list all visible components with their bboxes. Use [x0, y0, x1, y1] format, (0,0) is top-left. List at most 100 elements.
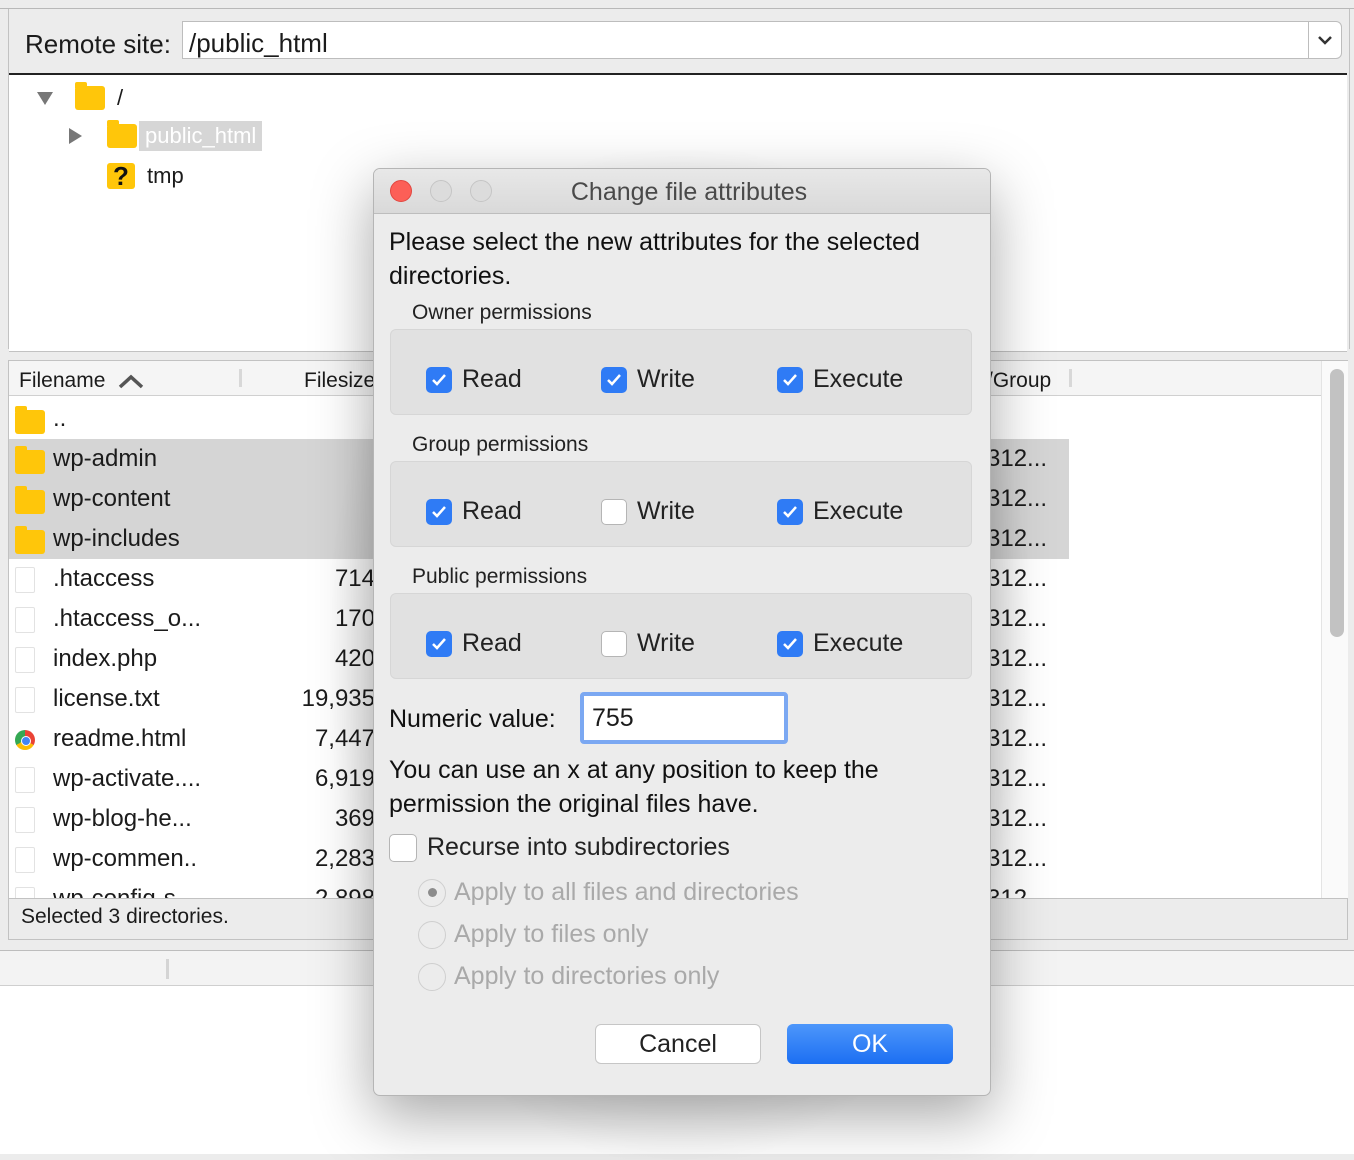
public-execute-checkbox[interactable]: Execute: [777, 629, 903, 658]
owner-write-checkbox[interactable]: Write: [601, 365, 695, 394]
checkbox-box[interactable]: [777, 366, 803, 393]
file-name: wp-admin: [53, 445, 158, 472]
remote-path-input[interactable]: /public_html: [182, 21, 1308, 59]
column-header-filename[interactable]: Filename: [19, 369, 145, 393]
tree-item-label: public_html: [139, 121, 263, 151]
checkbox-label: Read: [462, 365, 522, 393]
checkmark-icon: [783, 637, 797, 650]
checkbox-box[interactable]: [389, 833, 417, 862]
public-write-checkbox[interactable]: Write: [601, 629, 695, 658]
remote-site-bar: Remote site: /public_html: [9, 9, 1347, 73]
file-icon: [15, 887, 35, 898]
file-icon: [15, 607, 35, 633]
checkbox-box[interactable]: [601, 630, 627, 657]
file-name: wp-activate....: [53, 765, 202, 792]
file-name: wp-content: [53, 485, 171, 512]
dialog-titlebar[interactable]: Change file attributes: [374, 169, 990, 214]
file-name: .htaccess: [53, 565, 155, 592]
checkmark-icon: [432, 505, 446, 518]
dialog-instructions: Please select the new attributes for the…: [389, 228, 920, 290]
checkmark-icon: [607, 373, 621, 386]
group-execute-checkbox[interactable]: Execute: [777, 497, 903, 526]
checkmark-icon: [783, 505, 797, 518]
checkbox-box[interactable]: [777, 498, 803, 525]
group-permissions-group: Read Write Execute: [390, 461, 972, 547]
remote-path-dropdown[interactable]: [1308, 21, 1342, 59]
scrollbar-thumb[interactable]: [1330, 369, 1344, 637]
group-write-checkbox[interactable]: Write: [601, 497, 695, 526]
checkbox-box[interactable]: [426, 630, 452, 657]
chevron-down-icon: [1318, 36, 1332, 45]
tree-item-tmp[interactable]: ? tmp: [107, 159, 184, 193]
radio-label: Apply to files only: [454, 920, 649, 948]
file-icon: [15, 647, 35, 673]
tree-item-public-html[interactable]: public_html: [69, 119, 263, 153]
vertical-scrollbar[interactable]: [1321, 361, 1348, 898]
numeric-value-hint: You can use an x at any position to keep…: [389, 756, 879, 818]
radio-label: Apply to directories only: [454, 962, 720, 990]
file-icon: [15, 767, 35, 793]
column-header-label: Filename: [19, 369, 106, 392]
column-resize-handle[interactable]: [1069, 369, 1072, 387]
checkbox-box[interactable]: [426, 498, 452, 525]
radio-button[interactable]: [418, 962, 446, 991]
apply-directories-only-radio[interactable]: Apply to directories only: [418, 962, 719, 991]
file-name: wp-includes: [53, 525, 180, 552]
numeric-value-label: Numeric value:: [389, 705, 556, 733]
checkbox-label: Execute: [813, 629, 904, 657]
unknown-folder-icon: ?: [107, 161, 135, 191]
file-icon: [15, 567, 35, 593]
group-read-checkbox[interactable]: Read: [426, 497, 522, 526]
checkbox-label: Write: [637, 629, 695, 657]
html-file-icon: [15, 727, 35, 750]
radio-button[interactable]: [418, 920, 446, 949]
recurse-subdirectories-checkbox[interactable]: Recurse into subdirectories: [389, 833, 730, 862]
remote-site-label: Remote site:: [25, 29, 171, 59]
file-name: readme.html: [53, 725, 187, 752]
folder-icon: [107, 120, 137, 148]
cancel-button[interactable]: Cancel: [595, 1024, 761, 1064]
tree-item-label: tmp: [147, 163, 184, 188]
file-name: ..: [53, 405, 67, 432]
checkbox-box[interactable]: [601, 366, 627, 393]
checkbox-label: Execute: [813, 365, 904, 393]
collapsed-triangle-icon[interactable]: [69, 128, 82, 144]
file-name: index.php: [53, 645, 158, 672]
owner-execute-checkbox[interactable]: Execute: [777, 365, 903, 394]
group-permissions-label: Group permissions: [412, 433, 589, 456]
checkbox-label: Write: [637, 365, 695, 393]
numeric-value-input[interactable]: 755: [580, 692, 788, 744]
sort-ascending-icon: [119, 375, 144, 389]
apply-files-only-radio[interactable]: Apply to files only: [418, 920, 649, 949]
checkbox-label: Read: [462, 629, 522, 657]
column-resize-handle[interactable]: [239, 369, 242, 387]
tree-item-label: /: [117, 85, 124, 110]
checkbox-box[interactable]: [601, 498, 627, 525]
ok-button[interactable]: OK: [787, 1024, 953, 1064]
public-permissions-label: Public permissions: [412, 565, 588, 588]
owner-read-checkbox[interactable]: Read: [426, 365, 522, 394]
tree-item-root[interactable]: /: [37, 81, 123, 115]
checkmark-icon: [432, 373, 446, 386]
public-read-checkbox[interactable]: Read: [426, 629, 522, 658]
folder-icon: [15, 526, 45, 554]
folder-icon: [15, 446, 45, 474]
file-name: wp-commen..: [53, 845, 198, 872]
checkbox-label: Recurse into subdirectories: [427, 833, 730, 861]
expanded-triangle-icon[interactable]: [37, 91, 53, 105]
change-file-attributes-dialog: Change file attributes Please select the…: [373, 168, 991, 1096]
radio-button[interactable]: [418, 878, 446, 907]
file-icon: [15, 847, 35, 873]
checkbox-box[interactable]: [777, 630, 803, 657]
folder-icon: [75, 82, 105, 110]
public-permissions-group: Read Write Execute: [390, 593, 972, 679]
checkbox-box[interactable]: [426, 366, 452, 393]
file-icon: [15, 687, 35, 713]
owner-permissions-label: Owner permissions: [412, 301, 592, 324]
apply-all-radio[interactable]: Apply to all files and directories: [418, 878, 799, 907]
column-resize-handle[interactable]: [166, 959, 169, 979]
checkmark-icon: [783, 373, 797, 386]
folder-icon: [15, 486, 45, 514]
checkmark-icon: [432, 637, 446, 650]
checkbox-label: Execute: [813, 497, 904, 525]
